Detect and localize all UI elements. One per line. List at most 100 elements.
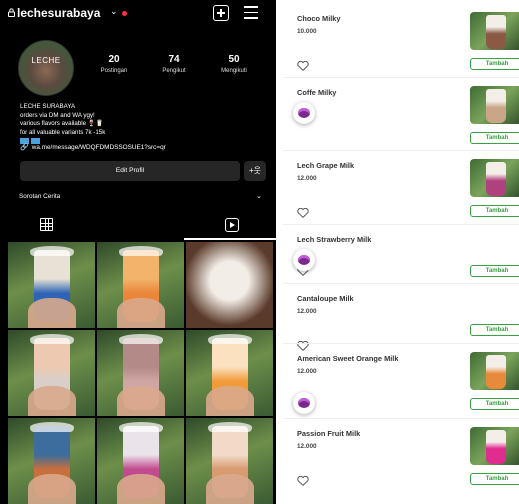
add-button[interactable]: Tambah	[470, 265, 519, 277]
product-cup	[486, 430, 506, 464]
grid-photo[interactable]	[186, 418, 273, 504]
product-cup	[486, 89, 506, 123]
cart-bubble-icon[interactable]	[293, 249, 315, 271]
divider	[283, 418, 519, 419]
menu-item[interactable]: Choco Milky 10.000 Tambah	[283, 6, 519, 78]
heart-icon[interactable]	[297, 58, 309, 71]
cup-lid	[30, 334, 74, 344]
divider	[283, 224, 519, 225]
chevron-down-icon[interactable]: ⌄	[110, 6, 118, 17]
stat-following-label: Mengikuti	[221, 68, 247, 74]
grid-photo[interactable]	[97, 418, 184, 504]
cup-lid	[30, 422, 74, 432]
stat-posts-label: Postingan	[100, 68, 128, 74]
cart-bubble-icon[interactable]	[293, 102, 315, 124]
item-name: Lech Grape Milk	[297, 161, 355, 170]
grid-icon	[40, 218, 53, 231]
cup-lid	[119, 334, 163, 344]
tab-tagged[interactable]	[184, 208, 276, 238]
item-name: Lech Strawberry Milk	[297, 235, 372, 244]
item-price: 12.000	[297, 308, 317, 315]
hand	[28, 474, 76, 504]
cart-bubble-icon[interactable]	[293, 392, 315, 414]
product-image[interactable]	[470, 86, 519, 124]
active-tab-indicator	[184, 238, 276, 240]
item-name: Cantaloupe Milk	[297, 294, 354, 303]
grid-photo[interactable]	[8, 330, 95, 416]
hand	[117, 386, 165, 416]
heart-icon[interactable]	[297, 473, 309, 486]
stat-followers[interactable]: 74 Pengikut	[144, 54, 204, 74]
add-button[interactable]: Tambah	[470, 205, 519, 217]
hand	[206, 474, 254, 504]
item-price: 12.000	[297, 175, 317, 182]
hand	[117, 298, 165, 328]
grid-photo[interactable]	[8, 418, 95, 504]
profile-username[interactable]: lechesurabaya	[17, 6, 100, 20]
stat-posts[interactable]: 20 Postingan	[84, 54, 144, 74]
menu-icon[interactable]	[244, 6, 258, 19]
product-cup	[486, 355, 506, 389]
hand	[28, 298, 76, 328]
grid-photo[interactable]	[97, 330, 184, 416]
item-price: 12.000	[297, 368, 317, 375]
item-price: 10.000	[297, 28, 317, 35]
avatar-logo-text: LECHE	[31, 56, 61, 65]
item-price: 12.000	[297, 443, 317, 450]
add-button[interactable]: Tambah	[470, 132, 519, 144]
bio-line: for all valuable variants 7k -15k	[20, 128, 106, 136]
item-name: Coffe Milky	[297, 88, 337, 97]
hand	[117, 474, 165, 504]
menu-item[interactable]: Lech Grape Milk 12.000 Tambah	[283, 153, 519, 225]
add-button[interactable]: Tambah	[470, 473, 519, 485]
avatar[interactable]: LECHE	[18, 40, 74, 96]
add-button[interactable]: Tambah	[470, 324, 519, 336]
tab-reels[interactable]	[92, 208, 239, 238]
divider	[283, 150, 519, 151]
product-image[interactable]	[470, 352, 519, 390]
heart-icon[interactable]	[297, 205, 309, 218]
item-name: Choco Milky	[297, 14, 341, 23]
menu-item[interactable]: Coffe Milky Tambah	[283, 80, 519, 151]
tab-posts[interactable]	[0, 208, 92, 238]
add-user-icon[interactable]: +웃	[244, 161, 266, 181]
stat-followers-value: 74	[168, 54, 180, 65]
add-button[interactable]: Tambah	[470, 398, 519, 410]
plus-square-icon[interactable]	[213, 5, 229, 21]
link-icon: 🔗	[20, 144, 29, 151]
product-cup	[486, 15, 506, 49]
product-image[interactable]	[470, 427, 519, 465]
divider	[283, 283, 519, 284]
edit-profile-button[interactable]: Edit Profil	[20, 161, 240, 181]
highlights-chevron-icon[interactable]: ⌄	[256, 192, 262, 200]
grid-photo[interactable]	[186, 242, 273, 328]
cup-lid	[208, 334, 252, 344]
lock-icon	[8, 8, 15, 17]
bio-link-text[interactable]: wa.me/message/WDQFDMDSSOSUE1?src=qr	[32, 144, 166, 151]
cup-lid	[119, 246, 163, 256]
top-bar: lechesurabaya ⌄	[0, 0, 276, 30]
stat-posts-value: 20	[108, 54, 120, 65]
cup-lid	[208, 422, 252, 432]
story-highlights-label[interactable]: Sorotan Cerita	[19, 193, 60, 200]
stat-following[interactable]: 50 Mengikuti	[204, 54, 264, 74]
grid-photo[interactable]	[186, 330, 273, 416]
bio: LECHE SURABAYA orders via DM and WA ygy!…	[20, 103, 105, 146]
bio-link[interactable]: 🔗 wa.me/message/WDQFDMDSSOSUE1?src=qr	[20, 143, 166, 151]
divider	[283, 77, 519, 78]
grid-photo[interactable]	[8, 242, 95, 328]
product-image[interactable]	[470, 159, 519, 197]
add-button[interactable]: Tambah	[470, 58, 519, 70]
bio-line: orders via DM and WA ygy!	[20, 111, 95, 119]
instagram-profile: lechesurabaya ⌄ LECHE 20 Postingan 74 Pe…	[0, 0, 276, 504]
grid-photo[interactable]	[97, 242, 184, 328]
cup-lid	[30, 246, 74, 256]
menu-item[interactable]: American Sweet Orange Milk 12.000 Tambah	[283, 346, 519, 419]
bio-line: LECHE SURABAYA	[20, 103, 76, 110]
menu-item[interactable]: Passion Fruit Milk 12.000 Tambah	[283, 421, 519, 491]
product-image[interactable]	[470, 12, 519, 50]
stat-followers-label: Pengikut	[162, 68, 186, 74]
profile-tabs	[0, 208, 276, 240]
hand	[206, 386, 254, 416]
notification-dot	[122, 11, 127, 16]
